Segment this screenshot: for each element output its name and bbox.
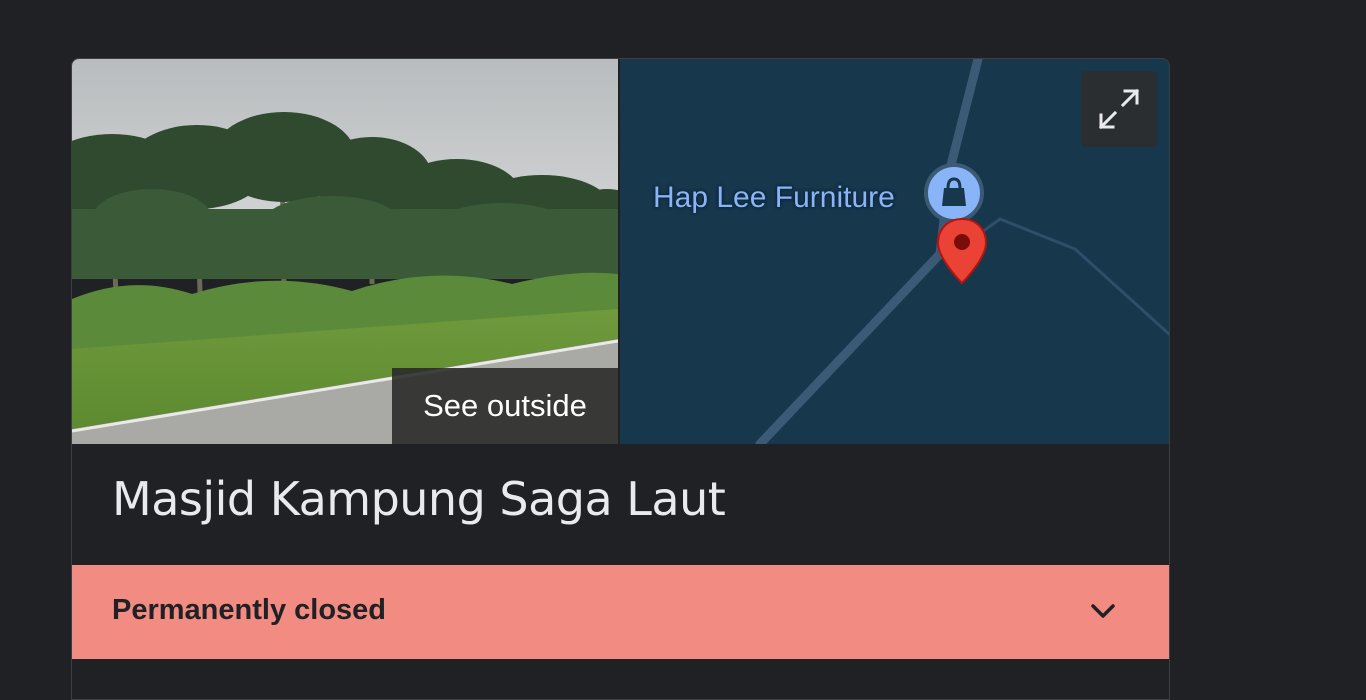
location-map[interactable]: Hap Lee Furniture bbox=[620, 59, 1169, 444]
closure-status-label: Permanently closed bbox=[112, 594, 386, 626]
place-media: See outside Hap Lee Furniture bbox=[72, 59, 1169, 444]
see-outside-button[interactable]: See outside bbox=[392, 368, 618, 444]
place-header: Masjid Kampung Saga Laut bbox=[72, 444, 1169, 565]
street-view-photo[interactable]: See outside bbox=[72, 59, 618, 444]
place-card: See outside Hap Lee Furniture Masjid Kam… bbox=[71, 58, 1170, 700]
expand-fullscreen-icon bbox=[1098, 88, 1140, 130]
place-title: Masjid Kampung Saga Laut bbox=[112, 472, 726, 526]
map-place-label[interactable]: Hap Lee Furniture bbox=[653, 181, 895, 215]
expand-map-button[interactable] bbox=[1081, 71, 1157, 147]
red-location-pin-icon[interactable] bbox=[936, 217, 988, 285]
closure-status-banner[interactable]: Permanently closed bbox=[72, 565, 1169, 659]
chevron-down-icon[interactable] bbox=[1087, 595, 1119, 627]
